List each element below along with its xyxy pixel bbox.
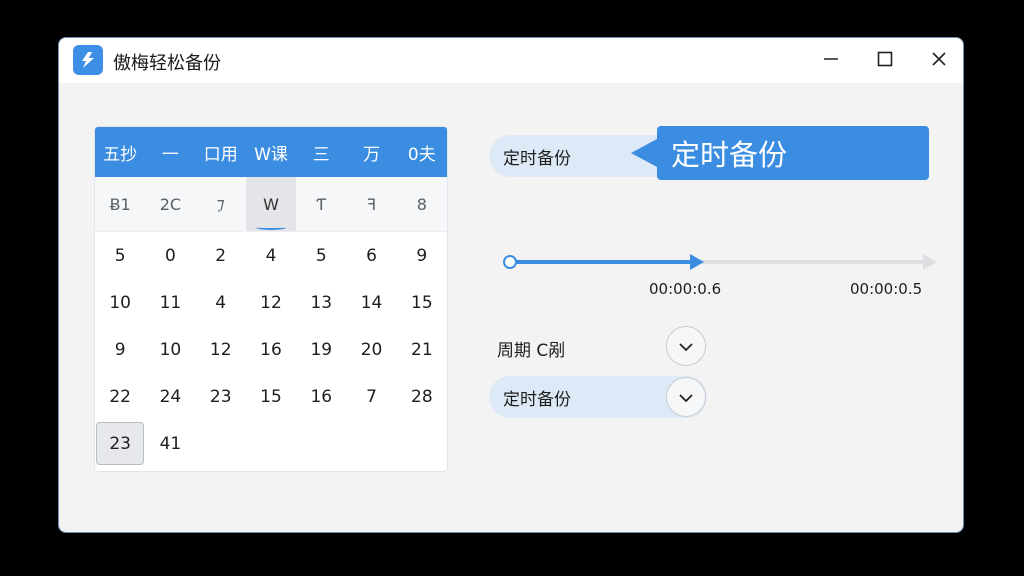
maximize-button[interactable]: [865, 46, 905, 76]
calendar-day[interactable]: 10: [95, 279, 145, 326]
title-bar: 傲梅轻松备份: [59, 38, 963, 83]
timeline-start-handle[interactable]: [503, 255, 517, 269]
calendar-day[interactable]: 9: [95, 326, 145, 373]
weekday-header-6: 0夫: [407, 144, 436, 165]
time-total: 00:00:0.5: [850, 280, 923, 298]
time-current: 00:00:0.6: [649, 280, 722, 298]
calendar-day[interactable]: 5: [296, 232, 346, 279]
weekday-header-1: 一: [161, 144, 179, 165]
calendar-day[interactable]: 5: [95, 232, 145, 279]
calendar-day[interactable]: 11: [145, 279, 195, 326]
minimize-button[interactable]: [811, 46, 851, 76]
calendar-day[interactable]: 6: [346, 232, 396, 279]
timeline-track[interactable]: [509, 254, 937, 270]
calendar-day[interactable]: 15: [246, 373, 296, 420]
calendar-day: [246, 420, 296, 467]
calendar-day[interactable]: 4: [196, 279, 246, 326]
week-tab-1[interactable]: 2C: [145, 177, 195, 231]
calendar-day: [196, 420, 246, 467]
weekday-header-4: 三: [312, 144, 330, 165]
calendar-day[interactable]: 7: [346, 373, 396, 420]
calendar-week-selector: Ƀ1 2Cࣹ⁊ W Ƭ ꟻ 8: [95, 177, 447, 232]
close-button[interactable]: [919, 46, 959, 76]
track-end-arrow-icon: [923, 254, 937, 270]
week-tab-6[interactable]: 8: [397, 177, 447, 231]
calendar-day[interactable]: 22: [95, 373, 145, 420]
calendar-days-grid: 5 0 2 4 5 6 9 10 11 4 12 13 14 15 9 10 12 16 19 20 21 22 24 23 1…: [95, 232, 447, 467]
calendar-day[interactable]: 0: [145, 232, 195, 279]
calendar-day[interactable]: 16: [296, 373, 346, 420]
week-tab-4[interactable]: Ƭ: [296, 177, 346, 231]
app-window: 傲梅轻松备份 五抄一口用 W课三万 0夫 Ƀ1 2Cࣹ⁊ W Ƭ ꟻ 8 5 0 2 4 5 6 9 10 1…: [58, 37, 964, 533]
calendar-weekday-header: 五抄 一 口用 W课 三 万 0夫: [95, 127, 447, 177]
callout-label: 定时备份: [671, 138, 788, 172]
weekday-header-0: 五抄: [103, 144, 138, 165]
calendar-day[interactable]: 24: [145, 373, 195, 420]
week-tab-2[interactable]: ࣹ⁊: [196, 177, 246, 231]
window-title: 傲梅轻松备份: [113, 53, 221, 74]
calendar: 五抄一口用 W课三万 0夫 Ƀ1 2Cࣹ⁊ W Ƭ ꟻ 8 5 0 2 4 5 6 9 10 11 4 12 13 1…: [94, 126, 448, 472]
maximize-icon: [877, 51, 893, 71]
chevron-down-icon: [679, 337, 693, 356]
calendar-day[interactable]: 2: [196, 232, 246, 279]
week-tab-5[interactable]: ꟻ: [346, 177, 396, 231]
calendar-day[interactable]: 12: [196, 326, 246, 373]
calendar-day[interactable]: 13: [296, 279, 346, 326]
backup-type-dropdown-button[interactable]: [666, 377, 706, 417]
timeline-progress: [509, 260, 694, 264]
calendar-day[interactable]: 41: [145, 420, 195, 467]
calendar-day[interactable]: 14: [346, 279, 396, 326]
weekday-header-3: W课: [254, 144, 288, 165]
week-tab-3[interactable]: W: [245, 177, 297, 231]
scheduled-backup-label: 定时备份: [503, 148, 571, 169]
scheduled-backup-callout: 定时备份: [631, 126, 929, 180]
week-tab-0[interactable]: Ƀ1: [95, 177, 145, 231]
weekday-header-5: 万: [363, 144, 381, 165]
calendar-day[interactable]: 28: [397, 373, 447, 420]
calendar-day[interactable]: 12: [246, 279, 296, 326]
period-label: 周期 C剐: [497, 341, 566, 361]
weekday-header-2: 口用: [203, 144, 238, 165]
period-dropdown-button[interactable]: [666, 326, 706, 366]
progress-arrow-icon: [689, 254, 704, 270]
calendar-day: [397, 420, 447, 467]
calendar-day[interactable]: 16: [246, 326, 296, 373]
app-logo-icon: [73, 45, 103, 75]
calendar-day[interactable]: 10: [145, 326, 195, 373]
calendar-day: [346, 420, 396, 467]
calendar-day[interactable]: 9: [397, 232, 447, 279]
calendar-day[interactable]: 21: [397, 326, 447, 373]
calendar-day[interactable]: 19: [296, 326, 346, 373]
close-icon: [931, 51, 947, 71]
calendar-day: [296, 420, 346, 467]
chevron-down-icon: [679, 388, 693, 407]
calendar-day[interactable]: 23: [196, 373, 246, 420]
calendar-day-selected[interactable]: 23: [96, 422, 145, 465]
minimize-icon: [823, 51, 839, 71]
backup-type-label: 定时备份: [503, 389, 571, 410]
calendar-day[interactable]: 4: [246, 232, 296, 279]
calendar-day[interactable]: 20: [346, 326, 396, 373]
calendar-day[interactable]: 15: [397, 279, 447, 326]
